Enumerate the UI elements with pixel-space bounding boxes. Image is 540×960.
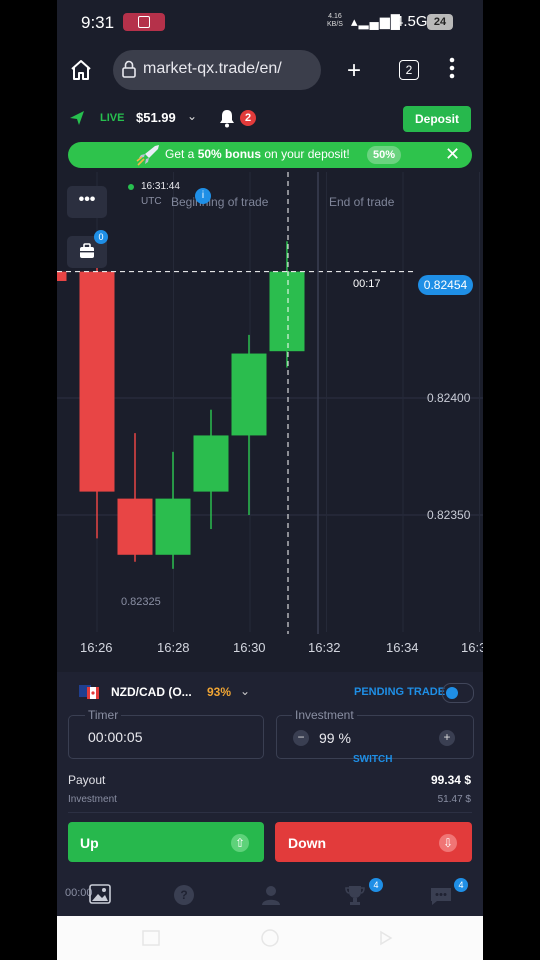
network-type: 4.5G (395, 13, 428, 30)
timezone-label: UTC (141, 196, 162, 207)
timer-value[interactable]: 00:00:05 (88, 729, 143, 745)
investment-value[interactable]: 99 % (319, 730, 351, 746)
divider (68, 812, 472, 813)
chart-settings-button[interactable]: ••• (67, 186, 107, 218)
trade-countdown: 00:17 (353, 278, 381, 290)
x-tick-label: 16:3 (461, 640, 483, 655)
chat-badge: 4 (454, 878, 468, 892)
promo-percent-badge: 50% (367, 146, 401, 164)
candle-body (79, 271, 115, 492)
payout-value: 99.34 $ (430, 773, 471, 787)
account-mode[interactable]: LIVE (100, 112, 124, 124)
up-button-label[interactable]: Up (80, 835, 99, 851)
bell-icon[interactable] (218, 108, 236, 128)
arrow-up-icon[interactable]: ⇧ (231, 834, 249, 852)
system-navigation-bar (57, 916, 483, 960)
x-tick-label: 16:34 (386, 640, 419, 655)
promo-text-after: on your deposit! (261, 147, 350, 161)
help-icon[interactable]: ? (174, 885, 194, 905)
notification-badge: 2 (240, 110, 256, 126)
phone-screen: 9:31 4.16 KB/S ▴▂▄▆█ 4.5G 24 market-qx.t… (57, 0, 483, 960)
currency-pair-flag-icon (79, 685, 99, 699)
candle-body (231, 353, 267, 436)
back-icon[interactable] (380, 930, 393, 946)
pending-trade-toggle[interactable] (442, 683, 474, 703)
info-icon[interactable]: i (195, 188, 211, 204)
trophy-badge: 4 (369, 878, 383, 892)
decrease-investment-button[interactable]: − (293, 730, 309, 746)
user-icon[interactable] (260, 884, 282, 906)
candle-body (57, 271, 67, 281)
beginning-of-trade-label: Beginning of trade (171, 195, 269, 209)
home-icon[interactable] (69, 58, 93, 82)
switch-button[interactable]: SWITCH (353, 754, 392, 765)
investment-summary-label: Investment (68, 794, 117, 805)
battery-icon: 24 (427, 14, 453, 30)
candle-body (117, 498, 153, 555)
payout-label: Payout (68, 773, 106, 787)
more-options-icon[interactable] (449, 56, 455, 80)
server-clock: 16:31:44 (141, 181, 180, 192)
net-speed: 4.16 KB/S (327, 13, 343, 29)
candle-body (193, 435, 229, 492)
signal-icon: ▴▂▄▆█ (351, 14, 401, 29)
x-tick-label: 16:30 (233, 640, 266, 655)
tab-switcher-button[interactable]: 2 (399, 60, 419, 80)
x-tick-label: 16:32 (308, 640, 341, 655)
net-speed-value: 4.16 (328, 13, 342, 20)
new-tab-icon[interactable]: + (347, 57, 361, 85)
live-account-icon[interactable] (69, 110, 85, 126)
candle-body (269, 271, 305, 352)
url-text[interactable]: market-qx.trade/en/ (143, 60, 282, 78)
x-tick-label: 16:28 (157, 640, 190, 655)
candle-body (155, 498, 191, 555)
deposit-button[interactable]: Deposit (403, 106, 471, 132)
lock-icon (122, 60, 136, 78)
y-tick-label: 0.82350 (427, 508, 471, 522)
current-price-badge: 0.82454 (418, 275, 473, 295)
live-dot (128, 184, 134, 190)
chat-icon[interactable] (429, 886, 453, 906)
low-price-label: 0.82325 (121, 596, 161, 608)
chevron-down-icon[interactable]: ⌄ (240, 684, 250, 698)
close-icon[interactable]: ✕ (445, 144, 460, 165)
chevron-down-icon[interactable]: ⌄ (187, 109, 197, 123)
price-chart[interactable] (57, 172, 483, 662)
timer-label: Timer (85, 708, 122, 722)
image-icon[interactable] (89, 884, 111, 904)
rocket-icon (136, 145, 159, 166)
asset-payout-percent: 93% (207, 685, 232, 699)
screen-record-icon (123, 13, 165, 31)
pending-trade-label: PENDING TRADE (354, 686, 446, 698)
trophy-icon[interactable] (344, 884, 366, 906)
asset-selector[interactable]: NZD/CAD (O... (111, 685, 192, 699)
investment-summary-value: 51.47 $ (437, 794, 471, 805)
arrow-down-icon[interactable]: ⇩ (439, 834, 457, 852)
end-of-trade-label: End of trade (329, 195, 395, 209)
down-button-label[interactable]: Down (288, 835, 326, 851)
net-speed-unit: KB/S (327, 21, 343, 28)
promo-text: Get a 50% bonus on your deposit! (165, 147, 350, 161)
status-time: 9:31 (81, 13, 115, 32)
x-tick-label: 16:26 (80, 640, 113, 655)
account-balance[interactable]: $51.99 (136, 110, 176, 125)
portfolio-count-badge: 0 (94, 230, 108, 244)
promo-bonus-text: 50% bonus (197, 147, 262, 161)
increase-investment-button[interactable]: + (439, 730, 455, 746)
recent-apps-icon[interactable] (142, 930, 160, 946)
y-tick-label: 0.82400 (427, 391, 471, 405)
home-nav-icon[interactable] (261, 929, 279, 947)
investment-label: Investment (292, 708, 357, 722)
promo-text-before: Get a (165, 147, 198, 161)
